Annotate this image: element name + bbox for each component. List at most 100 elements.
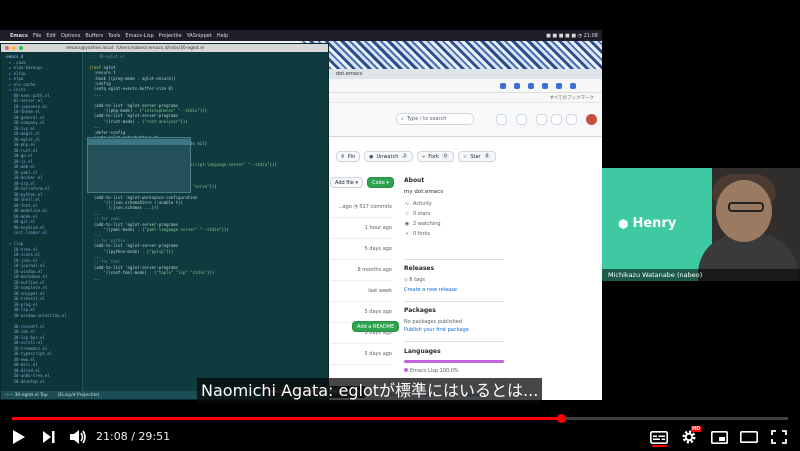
search-icon: ⌕: [401, 116, 404, 122]
eye-icon: ◉: [404, 221, 410, 227]
search-input: ⌕ Type / to search: [396, 113, 474, 125]
tree-item: ▸ .cask: [4, 59, 26, 65]
skip-next-icon: [43, 431, 55, 443]
language-item: Emacs Lisp 100.0%: [404, 368, 504, 374]
subtitles-button[interactable]: [649, 427, 669, 447]
about-row: ◉ 2 watching: [404, 221, 441, 227]
menu-item: Options: [61, 32, 81, 39]
tree-item: 10-window.el: [4, 268, 43, 274]
repo-action-buttons: ⚲ Pin ◉ Unwatch 2 ⑂ Fork 0 ☆ Star 0: [336, 151, 496, 162]
pulse-icon: ∿: [404, 201, 410, 207]
play-button[interactable]: [8, 427, 30, 447]
releases-section: Releases ◇ 6 tags Create a new release: [404, 265, 504, 293]
tree-item: 20-outline.el: [4, 279, 45, 285]
commit-row: ...ago ◔ 517 commits: [330, 197, 392, 218]
theater-mode-button[interactable]: [739, 427, 759, 447]
mac-menubar: Emacs File Edit Options Buffers Tools Emacs-Li…: [0, 30, 602, 41]
about-section: About my dot.emacs ∿ Activity ☆ 0 stars …: [404, 177, 504, 241]
tree-item: 00-exec-path.el: [4, 92, 50, 98]
tree-lines: ▸ .cask ▸ elpa-backups ▸ elisp ▸ elpa ▸ …: [4, 60, 67, 384]
theater-mode-icon: [740, 431, 758, 443]
hd-badge: HD: [691, 426, 702, 432]
tree-item: 10-theme.el: [4, 109, 41, 114]
releases-heading: Releases: [404, 265, 435, 272]
languages-section: Languages Emacs Lisp 100.0%: [404, 348, 504, 374]
tree-item: 40-misc.el: [4, 362, 38, 367]
shared-screen: Emacs File Edit Options Buffers Tools Emacs-Li…: [0, 30, 602, 400]
star-icon: ☆: [462, 153, 468, 160]
tree-root: .emacs.d: [4, 54, 24, 59]
menu-item: Edit: [46, 32, 57, 39]
progress-played: [12, 417, 561, 420]
tree-item: 20-general.el: [4, 114, 45, 120]
miniplayer-button[interactable]: [709, 427, 729, 447]
file-buttons: Add file ▾ Code ▾: [330, 177, 394, 188]
mute-button[interactable]: [66, 427, 90, 447]
browser-toolbar: [300, 79, 602, 93]
subtitles-active-indicator: [652, 445, 667, 447]
fork-icon: ⑂: [405, 231, 409, 237]
tree-item: 20-magit.el: [4, 131, 41, 136]
tree-item: 20-complete.el: [4, 285, 48, 290]
tree-item: 30-org.el: [4, 180, 36, 186]
commit-row: 5 days ago: [330, 302, 392, 323]
bookmarks-bar: すべてのブックマーク: [300, 93, 602, 103]
repo-button-pin: ⚲ Pin: [336, 151, 361, 162]
command-icon: [496, 114, 507, 125]
tree-item: 30-snippet.el: [4, 290, 45, 296]
tree-item: 10-tree.el: [4, 246, 38, 252]
tree-item: 30-treesit.el: [4, 296, 45, 301]
menubar-items: Emacs File Edit Options Buffers Tools Emacs-Li…: [10, 33, 233, 39]
browser-tabbar: dot.emacs: [300, 69, 602, 79]
tree-item: 10-japanese.el: [4, 103, 48, 109]
tree-item: 30-window-selection.el: [4, 312, 67, 318]
video-player[interactable]: Emacs File Edit Options Buffers Tools Emacs-Li…: [0, 0, 800, 451]
tree-item: 30-prog.el: [4, 301, 38, 307]
about-row: ⑂ 0 forks: [405, 231, 431, 237]
divider: [404, 301, 504, 302]
tree-item: 40-shell.el: [4, 197, 41, 202]
tree-item: ▾ inits: [4, 87, 26, 92]
minimize-icon: [12, 46, 16, 50]
tree-item: init-loader.el: [4, 230, 48, 235]
inbox-icon: [566, 114, 577, 125]
tree-item: 10-icons.el: [4, 252, 41, 257]
tree-item: 50-undo-tree.el: [4, 373, 50, 378]
languages-heading: Languages: [404, 348, 441, 355]
next-button[interactable]: [38, 427, 60, 447]
tree-item: 30-go.el: [4, 153, 33, 158]
tree-item: 60-git.el: [4, 219, 36, 224]
tree-item: 10-journal.el: [4, 263, 45, 268]
play-icon: [13, 430, 25, 444]
eye-icon: ◉: [369, 153, 374, 160]
browser-window: dot.emacs すべてのブックマーク ⌕ Type / to search: [300, 41, 602, 400]
commit-row: 5 days ago: [330, 344, 392, 365]
all-bookmarks-label: すべてのブックマーク: [549, 95, 594, 101]
henry-mark-icon: ⬢: [618, 216, 629, 231]
glasses-icon: [728, 202, 764, 212]
repo-button-count: 0: [442, 154, 449, 159]
time-display: 21:08 / 29:51: [96, 430, 171, 443]
tree-item: 50-mode.el: [4, 213, 38, 219]
tree-item: 30-terraform.el: [4, 186, 50, 191]
tree-item: 20-company.el: [4, 120, 45, 125]
github-header: ⌕ Type / to search: [300, 103, 602, 137]
tree-item: 30-lsp.el: [4, 307, 36, 312]
extension-icon: [556, 82, 562, 89]
tree-item: ▸ elpa: [4, 76, 24, 81]
close-icon: [5, 46, 9, 50]
add-readme-button: Add a README: [352, 321, 400, 332]
file-tree: .emacs.d ▸ .cask ▸ elpa-backups ▸ elisp …: [1, 52, 83, 391]
repo-button-count: 2: [401, 154, 409, 159]
tree-item: 30-docker.el: [4, 175, 43, 180]
tree-item: 30-js.el: [4, 158, 33, 164]
progress-bar[interactable]: [12, 414, 788, 423]
speaker-name-label: Michikazu Watanabe (nabeo): [602, 269, 800, 281]
fullscreen-button[interactable]: [769, 427, 789, 447]
commit-row: 5 days ago: [330, 239, 392, 260]
commit-row: 8 months ago: [330, 260, 392, 281]
emacs-titlebar: emacs@yoshiei.local: /Users/nabeo/.emacs…: [1, 44, 328, 52]
pull-requests-icon: [551, 114, 562, 125]
commit-list: ...ago ◔ 517 commits 1 hour ago 5 days ago…: [330, 197, 392, 365]
menu-item: Buffers: [85, 32, 104, 39]
